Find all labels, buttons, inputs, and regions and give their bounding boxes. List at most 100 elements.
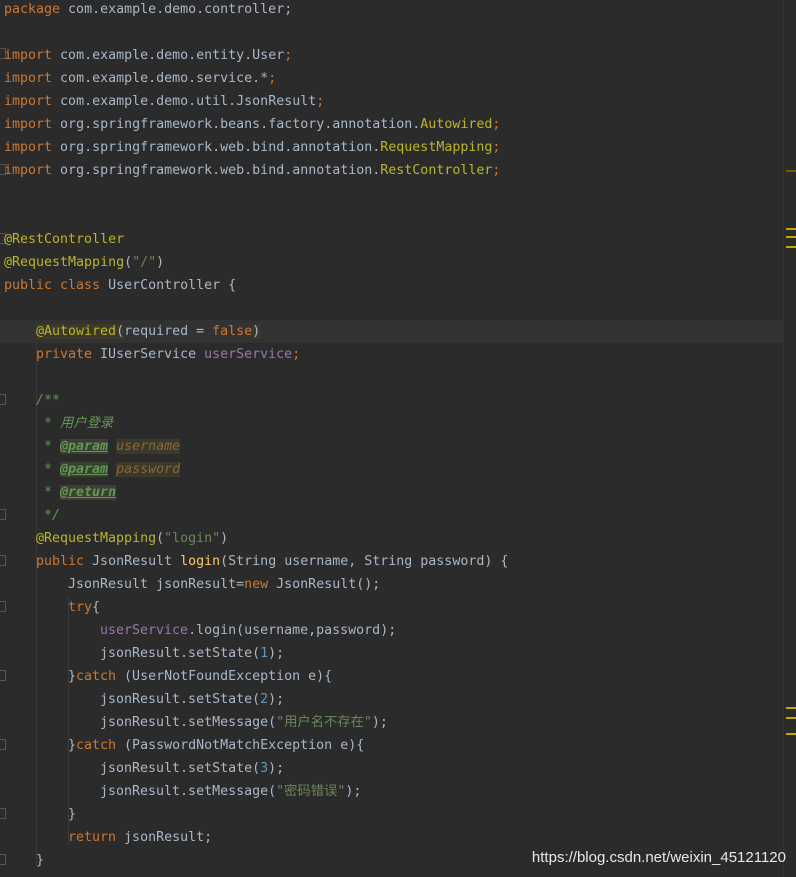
- code-text: jsonResult.setMessage(: [100, 784, 277, 799]
- code-line-method-declaration[interactable]: public JsonResult login(String username,…: [36, 550, 508, 573]
- code-text: jsonResult.setState(: [100, 646, 261, 661]
- code-line-autowired[interactable]: @Autowired(required = false): [36, 320, 261, 343]
- fold-marker[interactable]: [0, 394, 6, 405]
- code-text: JsonResult();: [268, 577, 381, 592]
- fold-marker[interactable]: [0, 509, 6, 520]
- code-line-statement[interactable]: userService.login(username,password);: [100, 619, 396, 642]
- semicolon: ;: [492, 163, 501, 178]
- keyword: import: [4, 94, 53, 109]
- keyword: public: [36, 554, 85, 569]
- type-name: IUserService: [92, 347, 205, 362]
- fold-marker[interactable]: [0, 808, 6, 819]
- code-line-annotation[interactable]: @RequestMapping("/"): [4, 251, 164, 274]
- code-text: .login(username,password);: [188, 623, 397, 638]
- import-path: com.example.demo.util.JsonResult: [52, 94, 317, 109]
- code-line-import[interactable]: import org.springframework.web.bind.anno…: [4, 159, 500, 182]
- import-path: com.example.demo.entity.User: [52, 48, 285, 63]
- code-line-brace[interactable]: }: [36, 849, 44, 872]
- code-line-statement[interactable]: jsonResult.setState(1);: [100, 642, 284, 665]
- fold-marker[interactable]: [0, 670, 6, 681]
- number-literal: 3: [260, 761, 269, 776]
- keyword: public class: [4, 278, 101, 293]
- doc-tag: @return: [60, 485, 117, 500]
- doc-tag: @param: [60, 439, 109, 454]
- fold-marker[interactable]: [0, 555, 6, 566]
- import-path: org.springframework.beans.factory.annota…: [52, 117, 421, 132]
- fold-marker[interactable]: [0, 601, 6, 612]
- stripe-marker[interactable]: [786, 170, 796, 172]
- error-stripe[interactable]: [783, 0, 796, 877]
- code-line-try[interactable]: try{: [68, 596, 100, 619]
- code-line-statement[interactable]: jsonResult.setMessage("密码错误");: [100, 780, 361, 803]
- watermark: https://blog.csdn.net/weixin_45121120: [531, 849, 786, 866]
- code-line-catch[interactable]: }catch (PasswordNotMatchException e){: [68, 734, 364, 757]
- keyword: import: [4, 140, 53, 155]
- code-line-statement[interactable]: jsonResult.setMessage("用户名不存在");: [100, 711, 388, 734]
- code-line-annotation[interactable]: @RequestMapping("login"): [36, 527, 228, 550]
- fold-marker[interactable]: [0, 854, 6, 865]
- fold-marker[interactable]: [0, 739, 6, 750]
- code-line-import[interactable]: import com.example.demo.util.JsonResult;: [4, 90, 324, 113]
- code-line-import[interactable]: import org.springframework.web.bind.anno…: [4, 136, 500, 159]
- method-name: login: [180, 554, 221, 569]
- import-class: RestController: [380, 163, 493, 178]
- code-line-statement[interactable]: JsonResult jsonResult=new JsonResult();: [68, 573, 380, 596]
- code-text: JsonResult jsonResult=: [68, 577, 245, 592]
- string-literal: "login": [164, 531, 221, 546]
- keyword: import: [4, 48, 53, 63]
- doc-comment: * 用户登录: [36, 416, 114, 431]
- class-name: UserController {: [100, 278, 237, 293]
- code-text: jsonResult.setState(: [100, 761, 261, 776]
- stripe-marker[interactable]: [786, 707, 796, 709]
- doc-param: password: [116, 462, 181, 477]
- code-line-doc[interactable]: * @return: [36, 481, 117, 504]
- keyword: try: [68, 600, 93, 615]
- string-literal: "密码错误": [276, 784, 346, 799]
- stripe-marker[interactable]: [786, 733, 796, 735]
- parameter-name: required: [124, 324, 189, 339]
- stripe-marker[interactable]: [786, 717, 796, 719]
- code-line-brace[interactable]: }: [68, 803, 76, 826]
- import-path: org.springframework.web.bind.annotation.: [52, 163, 381, 178]
- code-line-doc[interactable]: * @param username: [36, 435, 181, 458]
- code-line-doc[interactable]: /**: [36, 389, 60, 412]
- stripe-marker[interactable]: [786, 236, 796, 238]
- code-line-doc[interactable]: */: [36, 504, 60, 527]
- code-editor[interactable]: package com.example.demo.controller; imp…: [0, 0, 784, 877]
- stripe-marker[interactable]: [786, 228, 796, 230]
- doc-param: username: [116, 439, 181, 454]
- keyword: package: [4, 2, 61, 17]
- code-text: (UserNotFoundException e){: [116, 669, 333, 684]
- string-literal: "/": [132, 255, 157, 270]
- code-line-doc[interactable]: * 用户登录: [36, 412, 113, 435]
- string-literal: "用户名不存在": [276, 715, 372, 730]
- semicolon: ;: [268, 71, 277, 86]
- keyword: import: [4, 117, 53, 132]
- import-path: com.example.demo.service.*: [52, 71, 269, 86]
- import-path: org.springframework.web.bind.annotation.: [52, 140, 381, 155]
- code-line-statement[interactable]: jsonResult.setState(3);: [100, 757, 284, 780]
- import-class: RequestMapping: [380, 140, 493, 155]
- code-line-import[interactable]: import com.example.demo.service.*;: [4, 67, 276, 90]
- code-text: jsonResult;: [116, 830, 213, 845]
- code-line-catch[interactable]: }catch (UserNotFoundException e){: [68, 665, 332, 688]
- annotation: @RequestMapping: [36, 531, 157, 546]
- semicolon: ;: [316, 94, 325, 109]
- code-line-return[interactable]: return jsonResult;: [68, 826, 212, 849]
- import-class: Autowired: [420, 117, 493, 132]
- code-line-field[interactable]: private IUserService userService;: [36, 343, 300, 366]
- code-line-import[interactable]: import org.springframework.beans.factory…: [4, 113, 500, 136]
- code-line-statement[interactable]: jsonResult.setState(2);: [100, 688, 284, 711]
- doc-tag: @param: [60, 462, 109, 477]
- code-line-annotation[interactable]: @RestController: [4, 228, 124, 251]
- code-text: (PasswordNotMatchException e){: [116, 738, 365, 753]
- annotation: @Autowired: [36, 324, 117, 339]
- code-line-class-declaration[interactable]: public class UserController {: [4, 274, 236, 297]
- code-line-doc[interactable]: * @param password: [36, 458, 181, 481]
- code-line-import[interactable]: import com.example.demo.entity.User;: [4, 44, 292, 67]
- method-params: (String username, String password) {: [220, 554, 509, 569]
- number-literal: 2: [260, 692, 269, 707]
- code-line-package[interactable]: package com.example.demo.controller;: [4, 0, 292, 21]
- annotation: @RequestMapping: [4, 255, 125, 270]
- stripe-marker[interactable]: [786, 246, 796, 248]
